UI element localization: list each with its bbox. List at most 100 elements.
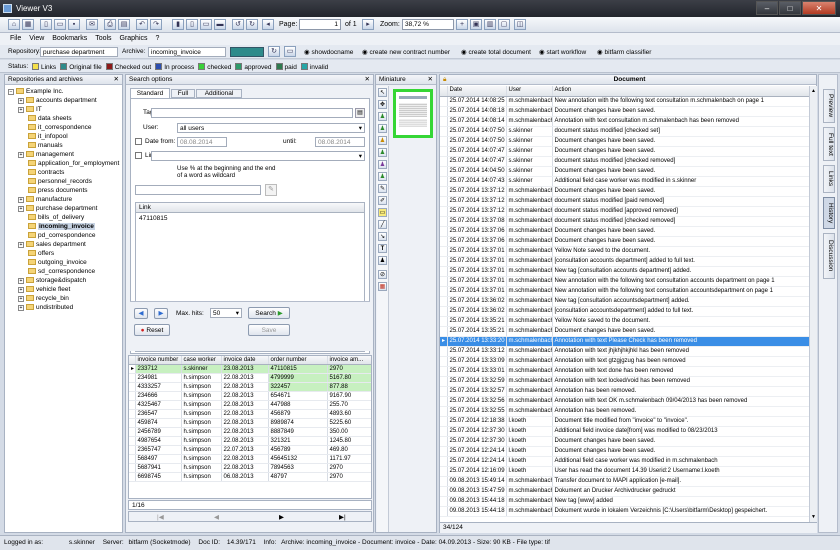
action-create-contract[interactable]: ◉ create new contract number <box>362 48 450 56</box>
history-column-header[interactable]: Date <box>447 86 507 97</box>
menu-help[interactable]: ? <box>155 35 159 42</box>
sidetab-links[interactable]: Links <box>823 165 835 193</box>
results-column-header[interactable]: invoice number <box>135 356 182 366</box>
status-filter-approved[interactable]: approved <box>231 63 272 71</box>
table-row[interactable]: 2365747 h.simpson 22.07.2013 456789 469.80 <box>129 445 371 456</box>
grid-icon[interactable]: ▦ <box>22 19 34 30</box>
highlight-icon[interactable]: ✐ <box>378 196 387 205</box>
expand-toggle-icon[interactable]: − <box>8 89 14 95</box>
expand-toggle-icon[interactable]: + <box>18 287 24 293</box>
tree-item-manufacture[interactable]: + manufacture <box>18 196 72 204</box>
status-filter-checked-out[interactable]: Checked out <box>102 63 151 71</box>
pointer-icon[interactable]: ↖ <box>378 88 387 97</box>
sidetab-history[interactable]: History <box>823 197 835 229</box>
stamp-done-icon[interactable]: ♟ <box>378 172 387 181</box>
expand-toggle-icon[interactable]: + <box>18 98 24 104</box>
expand-toggle-icon[interactable]: + <box>18 206 24 212</box>
table-row[interactable]: 25.07.2014 13:37:12 m.schmalenbach Documen… <box>440 186 809 197</box>
table-row[interactable]: 25.07.2014 13:37:01 m.schmalenbach [consul… <box>440 256 809 267</box>
table-row[interactable]: 5687941 h.simpson 22.08.2013 7894563 2970 <box>129 463 371 474</box>
table-row[interactable]: 25.07.2014 13:37:01 m.schmalenbach Yellow … <box>440 246 809 257</box>
tree-item-outgoing-invoice[interactable]: outgoing_invoice <box>28 259 87 267</box>
tree-item-data-sheets[interactable]: data sheets <box>28 115 72 123</box>
tree-item-bills-of-delivery[interactable]: bills_of_delivery <box>28 214 84 222</box>
table-row[interactable]: 25.07.2014 13:32:59 m.schmalenbach Annotat… <box>440 376 809 387</box>
table-row[interactable]: 234981 h.simpson 22.08.2013 4799999 5167.80 <box>129 373 371 384</box>
scan-icon[interactable]: ▤ <box>118 19 130 30</box>
tab-standard[interactable]: Standard <box>130 88 170 98</box>
status-filter-in-process[interactable]: In process <box>151 63 194 71</box>
table-row[interactable]: 568497 h.simpson 22.08.2013 45645132 1171.97 <box>129 454 371 465</box>
page-insert-icon[interactable]: ▭ <box>200 19 212 30</box>
next-page-icon[interactable]: ▶ <box>279 513 284 521</box>
stamp-icon[interactable]: ♟ <box>378 112 387 121</box>
tree-item-sales-department[interactable]: + sales department <box>18 241 86 249</box>
table-row[interactable]: ▸ 233712 s.skinner 23.08.2013 47110815 2970 <box>129 364 371 375</box>
status-filter-checked[interactable]: checked <box>194 63 231 71</box>
table-row[interactable]: 4325467 h.simpson 22.08.2013 447988 255.70 <box>129 400 371 411</box>
next-page-icon[interactable]: ▸ <box>362 19 374 30</box>
table-row[interactable]: 25.07.2014 13:37:06 m.schmalenbach Documen… <box>440 226 809 237</box>
fit-width-icon[interactable]: ▥ <box>484 19 496 30</box>
stamp-approved-icon[interactable]: ♟ <box>378 124 387 133</box>
table-row[interactable]: 25.07.2014 13:37:12 m.schmalenbach documen… <box>440 196 809 207</box>
stamp-custom-icon[interactable]: ♟ <box>378 160 387 169</box>
link-list-item[interactable]: 47110815 <box>136 213 364 224</box>
table-row[interactable]: 25.07.2014 13:33:01 m.schmalenbach Annotat… <box>440 366 809 377</box>
sidetab-fulltext[interactable]: Full text <box>823 127 835 161</box>
reset-button[interactable]: ● Reset <box>134 324 170 336</box>
table-row[interactable]: 4987654 h.simpson 22.08.2013 321321 1245.80 <box>129 436 371 447</box>
menu-graphics[interactable]: Graphics <box>120 35 148 42</box>
maximize-button[interactable]: □ <box>779 1 801 15</box>
page-thumbnail[interactable] <box>393 89 433 138</box>
action-showdocname[interactable]: ◉ showdocname <box>304 48 353 56</box>
full-screen-icon[interactable]: ▢ <box>498 19 510 30</box>
edit-icon[interactable]: ✎ <box>265 184 277 196</box>
stamp-image-icon[interactable]: ♟ <box>378 256 387 265</box>
arrow-icon[interactable]: ↘ <box>378 232 387 241</box>
table-row[interactable]: 25.07.2014 13:35:21 m.schmalenbach Documen… <box>440 326 809 337</box>
page-input[interactable]: 1 <box>299 19 341 30</box>
page-copy-icon[interactable]: ▯ <box>186 19 198 30</box>
table-row[interactable]: 25.07.2014 13:32:57 m.schmalenbach Annotat… <box>440 386 809 397</box>
stamp-paid-icon[interactable]: ♟ <box>378 148 387 157</box>
link-select[interactable]: ▾ <box>151 151 365 161</box>
close-icon[interactable]: ✕ <box>114 75 119 85</box>
table-row[interactable]: 25.07.2014 14:07:50 s.skinner document sta… <box>440 126 809 137</box>
close-button[interactable]: ✕ <box>802 1 836 15</box>
table-row[interactable]: 25.07.2014 14:08:18 m.schmalenbach Documen… <box>440 106 809 117</box>
expand-toggle-icon[interactable]: + <box>18 278 24 284</box>
table-row[interactable]: 25.07.2014 14:07:50 s.skinner Document cha… <box>440 136 809 147</box>
open-icon[interactable]: ▭ <box>54 19 66 30</box>
link-checkbox[interactable] <box>135 152 142 159</box>
history-scrollbar[interactable]: ▲ ▼ <box>809 86 817 522</box>
table-row[interactable]: 25.07.2014 13:37:01 m.schmalenbach New ann… <box>440 286 809 297</box>
tree-item-contracts[interactable]: contracts <box>28 169 64 177</box>
prev-page-icon[interactable]: ◂ <box>262 19 274 30</box>
archive-select[interactable]: incoming_invoice <box>148 47 226 57</box>
table-row[interactable]: 09.08.2013 15:44:18 m.schmalenbach New tag… <box>440 496 809 507</box>
table-row[interactable]: 25.07.2014 13:37:06 m.schmalenbach Documen… <box>440 236 809 247</box>
scroll-down-icon[interactable]: ▼ <box>811 514 816 520</box>
new-document-icon[interactable]: ▯ <box>40 19 52 30</box>
table-row[interactable]: 25.07.2014 13:36:02 m.schmalenbach New tag… <box>440 296 809 307</box>
expand-toggle-icon[interactable]: + <box>18 242 24 248</box>
table-row[interactable]: 25.07.2014 13:33:09 m.schmalenbach Annotat… <box>440 356 809 367</box>
table-row[interactable]: 25.07.2014 13:37:01 m.schmalenbach New ann… <box>440 276 809 287</box>
table-row[interactable]: 25.07.2014 13:37:01 m.schmalenbach New tag… <box>440 266 809 277</box>
table-row[interactable]: 25.07.2014 14:08:25 m.schmalenbach New ann… <box>440 96 809 107</box>
minimize-button[interactable]: – <box>756 1 778 15</box>
table-row[interactable]: 459874 h.simpson 22.08.2013 8989874 5225.60 <box>129 418 371 429</box>
print-icon[interactable]: ⎙ <box>104 19 116 30</box>
table-row[interactable]: 25.07.2014 12:37:30 l.koeth Document chang… <box>440 436 809 447</box>
table-row[interactable]: 25.07.2014 12:24:14 l.koeth Additional fie… <box>440 456 809 467</box>
tree-item-press-documents[interactable]: press documents <box>28 187 88 195</box>
table-row[interactable]: 236547 h.simpson 22.08.2013 456879 4893.60 <box>129 409 371 420</box>
move-icon[interactable]: ✥ <box>378 100 387 109</box>
rotate-left-icon[interactable]: ↺ <box>232 19 244 30</box>
last-page-icon[interactable]: ▶| <box>339 513 346 521</box>
table-row[interactable]: 09.08.2013 15:49:14 m.schmalenbach Transfe… <box>440 476 809 487</box>
status-filter-invalid[interactable]: invalid <box>297 63 328 71</box>
expand-toggle-icon[interactable]: + <box>18 296 24 302</box>
expand-toggle-icon[interactable]: + <box>18 107 24 113</box>
